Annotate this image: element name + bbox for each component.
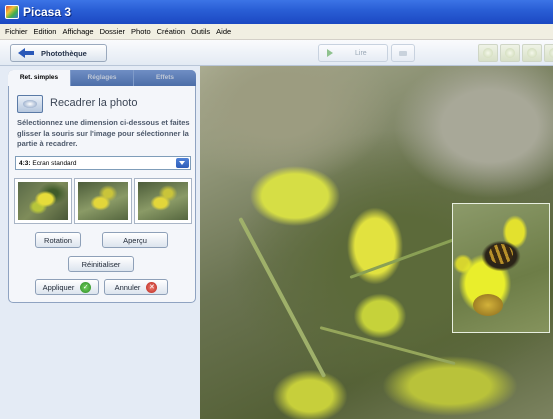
- menu-outils[interactable]: Outils: [188, 27, 213, 36]
- tab-tuning[interactable]: Réglages: [71, 70, 134, 86]
- chevron-down-icon[interactable]: [176, 158, 189, 168]
- play-button[interactable]: Lire: [318, 44, 388, 62]
- photo-preview[interactable]: [200, 66, 553, 419]
- thumbnail-image: [138, 182, 188, 220]
- library-label: Photothèque: [41, 48, 87, 58]
- rotation-button[interactable]: Rotation: [35, 232, 81, 248]
- title-bar: Picasa 3: [0, 0, 553, 24]
- play-label: Lire: [355, 49, 367, 57]
- crop-suggestion-3[interactable]: [134, 178, 192, 224]
- menu-edition[interactable]: Edition: [31, 27, 60, 36]
- crop-icon: [17, 95, 43, 113]
- preview-button[interactable]: Aperçu: [102, 232, 168, 248]
- thumbnail-image: [18, 182, 68, 220]
- menu-creation[interactable]: Création: [154, 27, 188, 36]
- cancel-label: Annuler: [114, 282, 141, 292]
- picasa-icon: [5, 5, 19, 19]
- aspect-ratio-value: 4:3: Ecran standard: [16, 160, 76, 167]
- sharpen-tool-icon[interactable]: [478, 44, 498, 62]
- crop-heading: Recadrer la photo: [50, 97, 138, 109]
- aspect-ratio-select[interactable]: 4:3: Ecran standard: [15, 156, 191, 170]
- pollen-shape: [473, 294, 503, 316]
- effect-tool-icon[interactable]: [522, 44, 542, 62]
- back-arrow-icon: [18, 47, 34, 59]
- crop-description: Sélectionnez une dimension ci-dessous et…: [17, 118, 190, 148]
- bee-shape: [489, 244, 513, 264]
- menu-bar: Fichier Edition Affichage Dossier Photo …: [0, 24, 553, 40]
- library-button[interactable]: Photothèque: [10, 44, 107, 62]
- stop-button[interactable]: [391, 44, 415, 62]
- aspect-ratio-prefix: 4:3:: [19, 159, 31, 167]
- reset-label: Réinitialiser: [81, 259, 121, 269]
- stop-icon: [399, 50, 407, 56]
- cancel-icon: ✕: [146, 281, 158, 293]
- menu-fichier[interactable]: Fichier: [2, 27, 31, 36]
- crop-selection[interactable]: [452, 203, 550, 333]
- aspect-ratio-label: Ecran standard: [32, 159, 77, 167]
- menu-dossier[interactable]: Dossier: [97, 27, 128, 36]
- play-icon: [327, 49, 333, 57]
- preview-label: Aperçu: [123, 235, 147, 245]
- cancel-button[interactable]: Annuler ✕: [104, 279, 168, 295]
- crop-suggestion-2[interactable]: [74, 178, 132, 224]
- thumbnail-image: [78, 182, 128, 220]
- tab-effects[interactable]: Effets: [134, 70, 196, 86]
- check-icon: ✓: [80, 281, 92, 293]
- tab-basic-fixes[interactable]: Ret. simples: [8, 70, 71, 86]
- toolbar: Photothèque Lire: [0, 40, 553, 66]
- adjust-tool-icon[interactable]: [544, 44, 553, 62]
- reset-button[interactable]: Réinitialiser: [68, 256, 134, 272]
- rotation-label: Rotation: [44, 235, 72, 245]
- menu-affichage[interactable]: Affichage: [59, 27, 96, 36]
- crop-suggestion-1[interactable]: [14, 178, 72, 224]
- window-title: Picasa 3: [23, 5, 72, 19]
- filter-tool-icon[interactable]: [500, 44, 520, 62]
- menu-aide[interactable]: Aide: [213, 27, 234, 36]
- menu-photo[interactable]: Photo: [128, 27, 154, 36]
- apply-label: Appliquer: [42, 282, 75, 292]
- edit-tabs: Ret. simples Réglages Effets: [8, 70, 196, 86]
- apply-button[interactable]: Appliquer ✓: [35, 279, 99, 295]
